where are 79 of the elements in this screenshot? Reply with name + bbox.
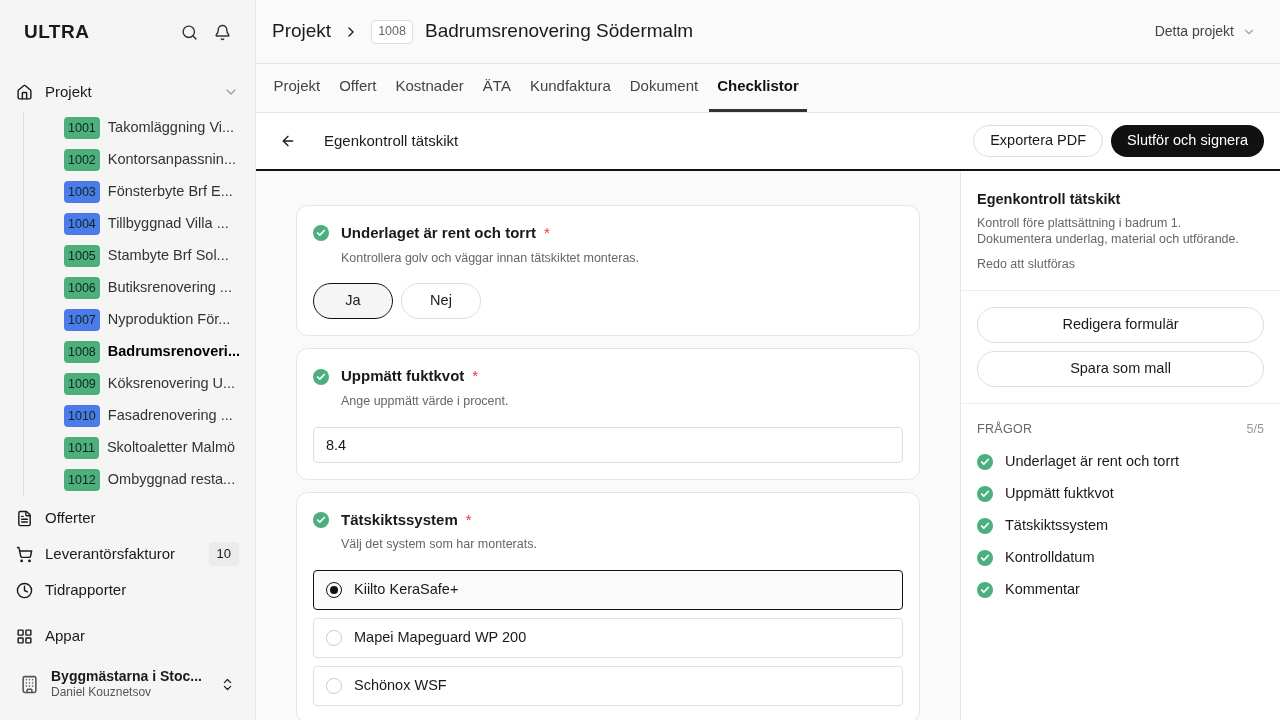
- question-link[interactable]: Kontrolldatum: [977, 542, 1264, 575]
- nav-item[interactable]: Offerter: [0, 500, 255, 536]
- project-number: 1011: [64, 437, 99, 459]
- project-item[interactable]: 1008 Badrumsrenoveri...: [64, 336, 239, 368]
- radio-option[interactable]: Kiilto KeraSafe+: [313, 569, 903, 610]
- project-item[interactable]: 1003 Fönsterbyte Brf E...: [64, 176, 239, 208]
- project-item[interactable]: 1005 Stambyte Brf Sol...: [64, 240, 239, 272]
- apps-icon: [16, 627, 33, 645]
- progress-count: 5/5: [1246, 420, 1264, 438]
- nav-item[interactable]: Projekt: [0, 72, 255, 112]
- project-number: 1001: [64, 117, 100, 139]
- project-number: 1002: [64, 149, 100, 171]
- project-item[interactable]: 1011 Skoltoaletter Malmö: [64, 432, 239, 464]
- count-badge: 10: [208, 542, 239, 566]
- document-icon: [16, 509, 33, 527]
- nav-item[interactable]: Leverantörsfakturor 10: [0, 536, 255, 572]
- project-number: 1005: [64, 245, 100, 267]
- required-mark: *: [544, 223, 550, 243]
- nav-item[interactable]: Appar: [0, 616, 255, 656]
- status-text: Redo att slutföras: [977, 255, 1076, 273]
- logo: ULTRA: [24, 19, 90, 44]
- question-title: Uppmätt fuktkvot: [341, 366, 465, 387]
- project-item[interactable]: 1001 Takomläggning Vi...: [64, 112, 239, 144]
- user-name: Daniel Kouznetsov: [51, 685, 153, 701]
- project-number: 1008: [64, 341, 100, 363]
- project-item[interactable]: 1004 Tillbyggnad Villa ...: [64, 208, 239, 240]
- building-icon: [20, 674, 39, 694]
- panel-title: Egenkontroll tätskikt: [977, 190, 1122, 209]
- scope-dropdown[interactable]: Detta projekt: [1154, 21, 1256, 42]
- panel-description: Kontroll före plattsättning i badrum 1. Dokumentera underlag, material och utförande.: [977, 214, 1240, 247]
- org-name: Byggmästarna i Stoc...: [51, 667, 203, 686]
- project-item[interactable]: 1006 Butiksrenovering ...: [64, 272, 239, 304]
- project-number: 1008: [371, 19, 413, 44]
- finish-button[interactable]: Slutför och signera: [1111, 125, 1264, 157]
- radio-option[interactable]: Mapei Mapeguard WP 200: [313, 617, 903, 658]
- page-title: Badrumsrenovering Södermalm: [424, 19, 695, 44]
- tab[interactable]: Kostnader: [387, 64, 472, 112]
- project-item[interactable]: 1009 Köksrenovering U...: [64, 368, 239, 400]
- search-icon[interactable]: [181, 23, 198, 41]
- project-number: 1007: [64, 309, 100, 331]
- project-number: 1004: [64, 213, 100, 235]
- bell-icon[interactable]: [214, 23, 231, 41]
- required-mark: *: [465, 509, 472, 530]
- question-title: Underlaget är rent och torrt: [341, 223, 537, 243]
- account-switcher[interactable]: Byggmästarna i Stoc... Daniel Kouznetsov: [0, 656, 255, 712]
- question-hint: Kontrollera golv och väggar innan tätskiktet monteras.: [341, 249, 641, 267]
- nav-item[interactable]: Tidrapporter: [0, 572, 255, 608]
- tab[interactable]: Offert: [331, 64, 385, 112]
- question-link[interactable]: Kommentar: [977, 574, 1264, 607]
- project-number: 1003: [64, 181, 100, 203]
- question-link[interactable]: Underlaget är rent och torrt: [977, 446, 1264, 479]
- question-hint: Välj det system som har monterats.: [341, 536, 538, 553]
- tab[interactable]: ÄTA: [474, 64, 519, 112]
- project-number: 1010: [64, 405, 100, 427]
- input-field[interactable]: 8.4: [313, 426, 903, 463]
- project-item[interactable]: 1010 Fasadrenovering ...: [64, 400, 239, 432]
- question-hint: Ange uppmätt värde i procent.: [341, 392, 510, 410]
- project-item[interactable]: 1007 Nyproduktion För...: [64, 304, 239, 336]
- project-number: 1009: [64, 373, 100, 395]
- section-label: FRÅGOR: [977, 420, 1033, 438]
- question-link[interactable]: Tätskiktssystem: [977, 510, 1264, 543]
- project-number: 1012: [64, 469, 100, 491]
- tab[interactable]: Kundfaktura: [521, 64, 619, 112]
- project-number: 1006: [64, 277, 100, 299]
- question-link[interactable]: Uppmätt fuktkvot: [977, 478, 1264, 511]
- radio-option[interactable]: Schönox WSF: [313, 665, 903, 706]
- question-title: Tätskiktssystem: [341, 509, 458, 530]
- project-item[interactable]: 1012 Ombyggnad resta...: [64, 464, 239, 496]
- clock-icon: [16, 581, 33, 599]
- tab[interactable]: Projekt: [265, 64, 329, 112]
- project-item[interactable]: 1002 Kontorsanpassnin...: [64, 144, 239, 176]
- checklist-title: Egenkontroll tätskikt: [324, 130, 460, 151]
- tab[interactable]: Dokument: [621, 64, 707, 112]
- back-icon[interactable]: [280, 133, 296, 149]
- choice-button[interactable]: Ja: [313, 283, 393, 320]
- home-icon: [16, 83, 33, 101]
- required-mark: *: [472, 366, 479, 387]
- breadcrumb-link[interactable]: Projekt: [272, 17, 332, 46]
- cart-icon: [16, 545, 33, 563]
